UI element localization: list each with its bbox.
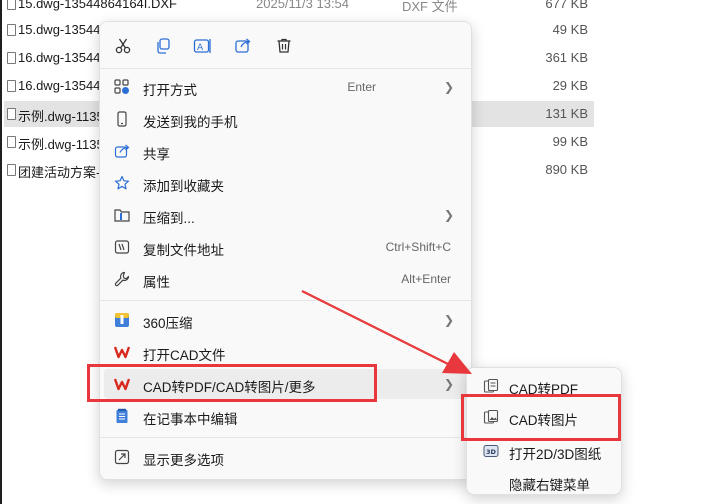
- menu-divider: [100, 68, 471, 69]
- menu-item-label: 打开方式: [143, 83, 197, 98]
- menu-item-label: 压缩到...: [143, 211, 195, 226]
- file-icon: [7, 80, 16, 92]
- window-frame: 15.dwg-13544864164I.DXF 2025/11/3 13:54 …: [0, 0, 727, 504]
- cut-icon: [115, 38, 131, 54]
- chevron-right-icon: ❯: [443, 80, 454, 94]
- svg-text:3D: 3D: [486, 448, 497, 456]
- menu-item-360-compress[interactable]: 360压缩 ❯: [104, 305, 468, 335]
- file-size: 29 KB: [552, 78, 588, 93]
- context-menu: A 打开方式 Enter ❯ 发送到我的手机 共享 添加到收藏夹 压缩到... …: [99, 21, 472, 480]
- menu-item-label: 打开CAD文件: [143, 348, 226, 363]
- file-icon: [7, 24, 16, 36]
- file-name: 15.dwg-13544864164I.DXF: [18, 0, 178, 11]
- delete-icon: [277, 38, 291, 53]
- copy-button[interactable]: [150, 34, 176, 58]
- 3d-icon: 3D: [483, 443, 499, 459]
- submenu-item-label: CAD转PDF: [509, 382, 579, 397]
- menu-item-copy-path[interactable]: 复制文件地址 Ctrl+Shift+C: [104, 232, 468, 262]
- copy-icon: [157, 38, 170, 54]
- menu-item-label: 发送到我的手机: [143, 115, 238, 130]
- menu-item-open-cad[interactable]: 打开CAD文件: [104, 337, 468, 367]
- submenu-item-cad-to-pdf[interactable]: CAD转PDF: [471, 372, 619, 400]
- menu-item-label: CAD转PDF/CAD转图片/更多: [143, 380, 316, 395]
- file-name: 示例.dwg-1135: [18, 109, 104, 124]
- menu-item-more-options[interactable]: 显示更多选项: [104, 442, 468, 472]
- submenu-item-label: 打开2D/3D图纸: [509, 447, 602, 462]
- shortcut-label: Enter: [347, 80, 376, 94]
- share-button[interactable]: [230, 34, 256, 58]
- phone-icon: [114, 111, 130, 127]
- submenu-item-hide-menu[interactable]: 隐藏右键菜单: [471, 468, 619, 496]
- menu-item-label: 复制文件地址: [143, 243, 224, 258]
- file-row[interactable]: 15.dwg-13544864164I.DXF 2025/11/3 13:54 …: [4, 0, 594, 17]
- file-type: DXF 文件: [402, 0, 458, 14]
- menu-item-share[interactable]: 共享: [104, 136, 468, 166]
- file-icon: [7, 0, 16, 10]
- file-name: 16.dwg-13544: [18, 78, 101, 93]
- menu-divider: [100, 437, 471, 438]
- menu-item-compress-to[interactable]: 压缩到... ❯: [104, 200, 468, 230]
- menu-item-open-with[interactable]: 打开方式 Enter ❯: [104, 72, 468, 102]
- shortcut-label: Ctrl+Shift+C: [385, 240, 451, 254]
- submenu-item-cad-to-image[interactable]: CAD转图片: [471, 403, 619, 431]
- menu-item-cad-convert[interactable]: CAD转PDF/CAD转图片/更多 ❯: [104, 369, 468, 399]
- svg-text:A: A: [197, 43, 204, 53]
- file-name: 团建活动方案-1: [18, 165, 108, 180]
- file-name: 16.dwg-13544: [18, 50, 101, 65]
- file-icon: [7, 164, 16, 176]
- zip-folder-icon: [114, 207, 130, 223]
- file-name: 15.dwg-13544: [18, 22, 101, 37]
- chevron-right-icon: ❯: [443, 208, 454, 222]
- menu-item-send-to-phone[interactable]: 发送到我的手机: [104, 104, 468, 134]
- shortcut-label: Alt+Enter: [401, 272, 451, 286]
- menu-item-properties[interactable]: 属性 Alt+Enter: [104, 264, 468, 294]
- file-date: 2025/11/3 13:54: [256, 0, 350, 11]
- wps-icon: [114, 344, 130, 360]
- cad-submenu: CAD转PDF CAD转图片 3D 打开2D/3D图纸 隐藏右键菜单: [466, 367, 622, 495]
- share-icon: [114, 143, 130, 159]
- file-icon: [7, 52, 16, 64]
- rename-button[interactable]: A: [190, 34, 216, 58]
- more-options-icon: [114, 449, 130, 465]
- wps-icon: [114, 376, 130, 392]
- file-size: 49 KB: [552, 22, 588, 37]
- file-size: 131 KB: [545, 106, 588, 121]
- menu-item-add-favorites[interactable]: 添加到收藏夹: [104, 168, 468, 198]
- file-size: 99 KB: [552, 134, 588, 149]
- menu-divider: [100, 300, 471, 301]
- menu-item-label: 360压缩: [143, 316, 193, 331]
- menu-item-label: 在记事本中编辑: [143, 412, 238, 427]
- submenu-item-label: CAD转图片: [509, 413, 579, 428]
- file-icon: [7, 108, 16, 120]
- menu-item-label: 共享: [143, 147, 170, 162]
- menu-item-label: 属性: [143, 275, 170, 290]
- cad-image-icon: [483, 409, 499, 425]
- file-icon: [7, 136, 16, 148]
- star-icon: [114, 175, 130, 191]
- share-icon: [235, 38, 251, 53]
- open-with-icon: [114, 79, 130, 95]
- chevron-right-icon: ❯: [443, 377, 454, 391]
- chevron-right-icon: ❯: [443, 313, 454, 327]
- file-size: 361 KB: [545, 50, 588, 65]
- 360-compress-icon: [114, 312, 130, 328]
- file-size: 677 KB: [545, 0, 588, 11]
- menu-item-label: 添加到收藏夹: [143, 179, 224, 194]
- delete-button[interactable]: [271, 34, 297, 58]
- file-name: 示例.dwg-1135: [18, 137, 104, 152]
- rename-icon: A: [193, 39, 211, 53]
- notepad-icon: [114, 408, 130, 424]
- copy-path-icon: [114, 239, 130, 255]
- wrench-icon: [114, 271, 130, 287]
- submenu-item-label: 隐藏右键菜单: [509, 478, 590, 493]
- submenu-item-open-2d3d[interactable]: 3D 打开2D/3D图纸: [471, 437, 619, 465]
- file-size: 890 KB: [545, 162, 588, 177]
- menu-item-label: 显示更多选项: [143, 453, 224, 468]
- cad-pdf-icon: [483, 378, 499, 394]
- menu-item-edit-notepad[interactable]: 在记事本中编辑: [104, 401, 468, 431]
- cut-button[interactable]: [110, 34, 136, 58]
